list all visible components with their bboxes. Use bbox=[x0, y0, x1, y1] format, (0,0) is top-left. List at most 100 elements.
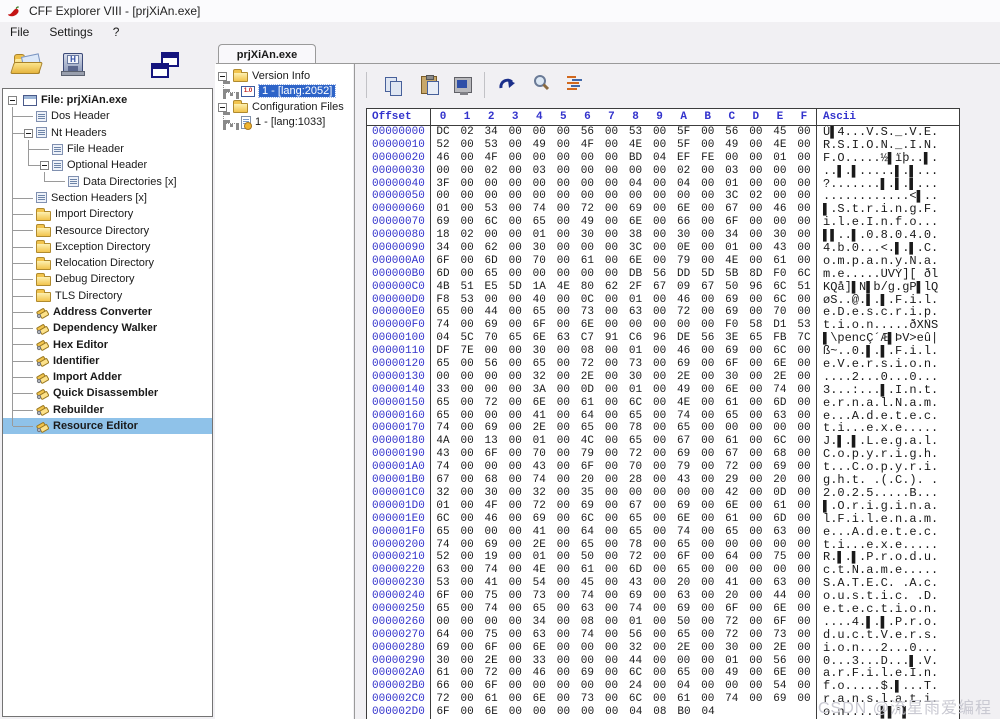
sidebar-item-relocation-directory[interactable]: Relocation Directory bbox=[3, 255, 212, 271]
hex-byte[interactable]: 00 bbox=[744, 487, 768, 500]
hex-ascii[interactable]: ....2...0...0... bbox=[817, 371, 959, 384]
hex-ascii[interactable]: ▌.S.t.r.i.n.g.F. bbox=[817, 203, 959, 216]
hex-byte[interactable]: 00 bbox=[599, 268, 623, 281]
hex-ascii[interactable]: t...C.o.p.y.r.i. bbox=[817, 461, 959, 474]
hex-ascii[interactable]: t.i...e.x.e..... bbox=[817, 539, 959, 552]
hex-byte[interactable]: 00 bbox=[575, 152, 599, 165]
hex-byte[interactable]: 65 bbox=[431, 358, 455, 371]
hex-byte[interactable]: 00 bbox=[696, 629, 720, 642]
hex-byte[interactable]: 00 bbox=[792, 165, 816, 178]
hex-byte[interactable]: 1A bbox=[527, 281, 551, 294]
hex-byte[interactable]: 2E bbox=[672, 642, 696, 655]
hex-byte[interactable]: 72 bbox=[479, 397, 503, 410]
hex-byte[interactable]: 00 bbox=[648, 551, 672, 564]
hex-byte[interactable]: 5F bbox=[672, 139, 696, 152]
hex-byte[interactable]: 00 bbox=[648, 216, 672, 229]
hex-byte[interactable]: 6C bbox=[479, 216, 503, 229]
hex-byte[interactable]: 56 bbox=[479, 358, 503, 371]
hex-byte[interactable]: 00 bbox=[551, 680, 575, 693]
hex-byte[interactable]: 65 bbox=[672, 667, 696, 680]
hex-byte[interactable]: 4B bbox=[431, 281, 455, 294]
hex-byte[interactable]: 78 bbox=[624, 539, 648, 552]
hex-byte[interactable]: C7 bbox=[575, 332, 599, 345]
hex-byte[interactable]: 43 bbox=[527, 461, 551, 474]
hex-byte[interactable]: 2E bbox=[479, 655, 503, 668]
hex-byte[interactable]: 79 bbox=[672, 255, 696, 268]
hex-byte[interactable]: 00 bbox=[744, 242, 768, 255]
hex-byte[interactable]: 49 bbox=[527, 139, 551, 152]
hex-byte[interactable]: 4E bbox=[624, 139, 648, 152]
hex-byte[interactable]: 00 bbox=[503, 294, 527, 307]
hex-byte[interactable]: 6D bbox=[768, 513, 792, 526]
hex-byte[interactable]: 00 bbox=[599, 371, 623, 384]
hex-byte[interactable]: 00 bbox=[599, 642, 623, 655]
resource-hex-splitter[interactable] bbox=[354, 64, 355, 719]
hex-byte[interactable]: 32 bbox=[624, 642, 648, 655]
hex-byte[interactable]: 00 bbox=[551, 294, 575, 307]
hex-byte[interactable]: 75 bbox=[479, 590, 503, 603]
hex-byte[interactable]: 00 bbox=[768, 165, 792, 178]
hex-byte[interactable]: 00 bbox=[792, 564, 816, 577]
hex-byte[interactable]: 00 bbox=[648, 564, 672, 577]
hex-byte[interactable]: 00 bbox=[648, 422, 672, 435]
hex-byte[interactable]: 00 bbox=[551, 577, 575, 590]
hex-byte[interactable]: 5F bbox=[672, 126, 696, 139]
hex-byte[interactable]: 7C bbox=[792, 332, 816, 345]
hex-byte[interactable]: 63 bbox=[527, 629, 551, 642]
hex-byte[interactable]: 74 bbox=[575, 590, 599, 603]
hex-byte[interactable]: 75 bbox=[479, 629, 503, 642]
hex-byte[interactable]: 00 bbox=[503, 384, 527, 397]
hex-byte[interactable]: 00 bbox=[551, 448, 575, 461]
hex-byte[interactable]: 00 bbox=[575, 655, 599, 668]
hex-byte[interactable]: 69 bbox=[624, 203, 648, 216]
hex-byte[interactable]: 18 bbox=[431, 229, 455, 242]
hex-byte[interactable]: 00 bbox=[551, 667, 575, 680]
hex-byte[interactable]: 00 bbox=[479, 294, 503, 307]
hex-byte[interactable]: 61 bbox=[768, 500, 792, 513]
hex-byte[interactable]: 6E bbox=[527, 693, 551, 706]
hex-byte[interactable]: 46 bbox=[768, 203, 792, 216]
menu-help[interactable]: ? bbox=[103, 23, 130, 41]
hex-byte[interactable]: 00 bbox=[744, 448, 768, 461]
hex-byte[interactable]: 00 bbox=[599, 448, 623, 461]
hex-byte[interactable]: 00 bbox=[503, 551, 527, 564]
hex-byte[interactable]: 70 bbox=[479, 332, 503, 345]
resource-item-1-lang-2052[interactable]: 1.01 - [lang:2052] bbox=[215, 84, 353, 100]
hex-byte[interactable]: 00 bbox=[792, 448, 816, 461]
hex-byte[interactable]: 74 bbox=[575, 629, 599, 642]
cascade-windows-button[interactable] bbox=[146, 46, 184, 84]
hex-byte[interactable]: C6 bbox=[624, 332, 648, 345]
hex-byte[interactable]: 00 bbox=[744, 139, 768, 152]
hex-byte[interactable]: 4F bbox=[479, 152, 503, 165]
hex-byte[interactable]: 00 bbox=[744, 358, 768, 371]
hex-ascii[interactable]: d.u.c.t.V.e.r.s. bbox=[817, 629, 959, 642]
hex-byte[interactable]: 41 bbox=[527, 410, 551, 423]
hex-byte[interactable]: 03 bbox=[527, 165, 551, 178]
hex-byte[interactable]: 01 bbox=[624, 384, 648, 397]
hex-byte[interactable]: 00 bbox=[599, 358, 623, 371]
hex-byte[interactable]: 49 bbox=[720, 667, 744, 680]
hex-byte[interactable]: 00 bbox=[792, 384, 816, 397]
hex-byte[interactable]: 46 bbox=[431, 152, 455, 165]
sidebar-item-dos-header[interactable]: Dos Header bbox=[3, 108, 212, 124]
hex-byte[interactable]: 00 bbox=[792, 422, 816, 435]
hex-byte[interactable]: 00 bbox=[696, 139, 720, 152]
hex-byte[interactable]: 00 bbox=[551, 126, 575, 139]
hex-byte[interactable]: 00 bbox=[648, 126, 672, 139]
hex-ascii[interactable]: øS..@.▌.▌.F.i.l. bbox=[817, 294, 959, 307]
hex-byte[interactable]: 00 bbox=[575, 178, 599, 191]
hex-byte[interactable]: 00 bbox=[768, 216, 792, 229]
hex-byte[interactable]: 00 bbox=[599, 216, 623, 229]
hex-byte[interactable]: 00 bbox=[455, 642, 479, 655]
hex-ascii[interactable]: e.t.e.c.t.i.o.n. bbox=[817, 603, 959, 616]
hex-byte[interactable]: 64 bbox=[431, 629, 455, 642]
hex-byte[interactable]: 65 bbox=[672, 422, 696, 435]
hex-byte[interactable]: 00 bbox=[527, 126, 551, 139]
sidebar-item-resource-editor[interactable]: Resource Editor bbox=[3, 418, 212, 434]
hex-byte[interactable]: 00 bbox=[455, 551, 479, 564]
hex-byte[interactable]: 00 bbox=[455, 152, 479, 165]
hex-byte[interactable]: 00 bbox=[696, 539, 720, 552]
hex-byte[interactable]: 74 bbox=[431, 461, 455, 474]
hex-byte[interactable]: 00 bbox=[527, 268, 551, 281]
hex-byte[interactable]: 30 bbox=[575, 229, 599, 242]
